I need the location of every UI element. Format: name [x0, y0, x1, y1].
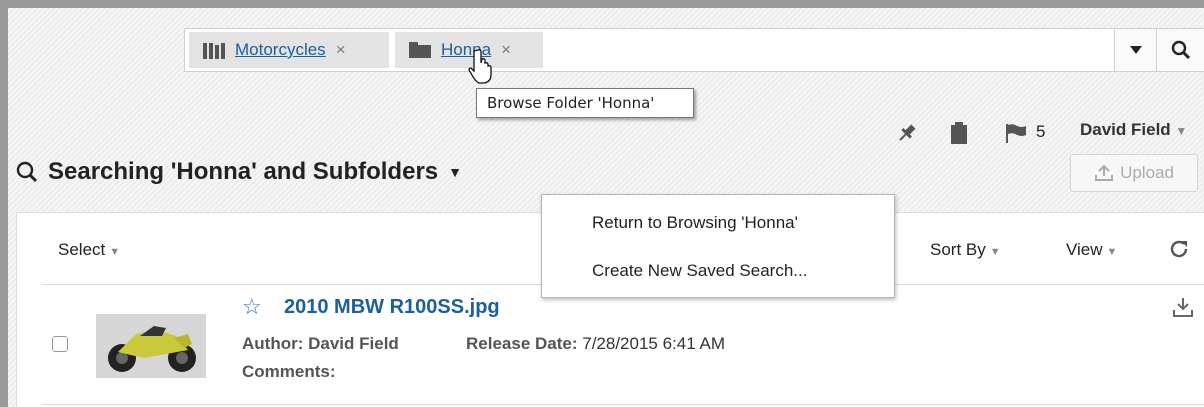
release-date-value: 7/28/2015 6:41 AM — [582, 334, 725, 353]
search-icon — [16, 161, 38, 183]
refresh-icon — [1170, 240, 1188, 258]
upload-icon — [1095, 164, 1114, 181]
chevron-down-icon[interactable]: ▼ — [448, 164, 462, 180]
comments-label: Comments: — [242, 362, 336, 381]
favorite-star-icon[interactable]: ☆ — [242, 294, 262, 320]
select-label: Select — [58, 240, 106, 259]
flag-button[interactable] — [1004, 119, 1028, 147]
chevron-down-icon: ▼ — [989, 246, 1001, 258]
search-chip-motorcycles[interactable]: Motorcycles × — [189, 32, 389, 68]
flag-icon — [1006, 124, 1026, 143]
clipboard-button[interactable] — [950, 119, 968, 147]
search-button[interactable] — [1156, 29, 1204, 71]
caret-down-icon — [1129, 46, 1142, 54]
author-label: Author: — [242, 334, 304, 353]
library-icon — [203, 41, 225, 59]
search-icon — [1171, 40, 1190, 60]
chevron-down-icon: ▼ — [1106, 246, 1118, 258]
search-heading[interactable]: Searching 'Honna' and Subfolders ▼ — [16, 158, 462, 186]
user-menu[interactable]: David Field ▼ — [1080, 120, 1187, 140]
view-dropdown[interactable]: View ▼ — [1066, 240, 1117, 260]
page-title: Searching 'Honna' and Subfolders — [48, 158, 439, 185]
clipboard-icon — [951, 122, 967, 144]
refresh-button[interactable] — [1168, 238, 1190, 266]
chevron-down-icon: ▼ — [109, 246, 121, 258]
tooltip: Browse Folder 'Honna' — [476, 88, 694, 118]
pin-icon — [899, 124, 916, 141]
folder-icon — [409, 42, 431, 58]
hand-cursor-icon — [468, 49, 492, 84]
select-dropdown[interactable]: Select ▼ — [58, 240, 120, 260]
search-options-dropdown[interactable] — [1114, 29, 1156, 71]
menu-item-create-saved-search[interactable]: Create New Saved Search... — [592, 261, 807, 281]
release-date-label: Release Date: — [466, 334, 578, 353]
download-button[interactable] — [1172, 296, 1194, 323]
user-name: David Field — [1080, 120, 1171, 139]
menu-item-return-to-browsing[interactable]: Return to Browsing 'Honna' — [592, 213, 798, 233]
release-date-field: Release Date: 7/28/2015 6:41 AM — [466, 334, 725, 354]
remove-chip-icon[interactable]: × — [501, 40, 511, 60]
author-field: Author: David Field — [242, 334, 399, 354]
author-value: David Field — [308, 334, 399, 353]
motorcycle-image — [96, 314, 206, 378]
pin-button[interactable] — [896, 119, 918, 147]
upload-button[interactable]: Upload — [1070, 154, 1198, 192]
view-label: View — [1066, 240, 1103, 259]
result-filename-link[interactable]: 2010 MBW R100SS.jpg — [284, 296, 500, 319]
search-bar[interactable]: Motorcycles × Honna × — [184, 28, 1204, 72]
thumbnail-image[interactable] — [96, 314, 206, 378]
chevron-down-icon: ▼ — [1175, 124, 1188, 138]
upload-label: Upload — [1120, 163, 1174, 182]
comments-field: Comments: — [242, 362, 336, 382]
remove-chip-icon[interactable]: × — [336, 40, 346, 60]
flag-count: 5 — [1036, 122, 1046, 141]
download-icon — [1173, 298, 1193, 317]
sort-by-dropdown[interactable]: Sort By ▼ — [930, 240, 1001, 260]
chip-link-motorcycles[interactable]: Motorcycles — [235, 40, 326, 60]
sort-by-label: Sort By — [930, 240, 986, 259]
row-divider — [42, 404, 1204, 405]
row-checkbox[interactable] — [52, 336, 68, 352]
search-options-menu: Return to Browsing 'Honna' Create New Sa… — [541, 194, 895, 298]
